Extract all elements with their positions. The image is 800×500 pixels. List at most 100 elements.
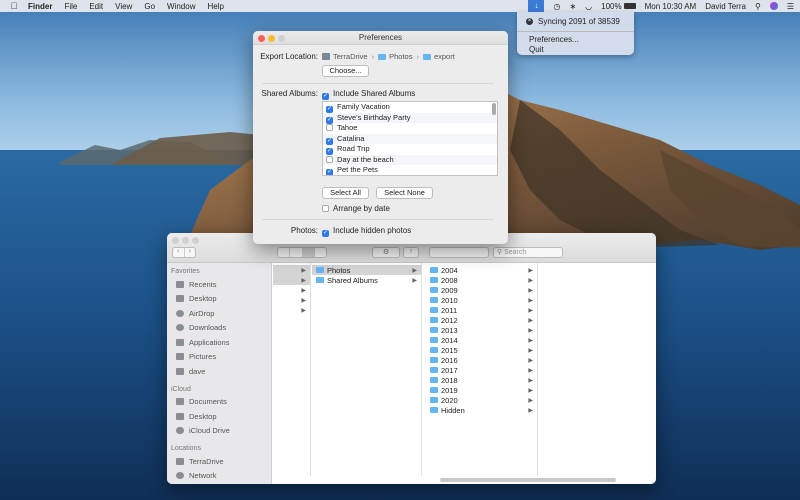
sidebar-item-documents[interactable]: Documents (167, 395, 271, 410)
sidebar-item-home[interactable]: dave (167, 364, 271, 379)
folder-name: Hidden (441, 405, 465, 415)
sidebar-item-desktop[interactable]: Desktop (167, 292, 271, 307)
folder-name: Photos (327, 265, 351, 275)
browser-column-2[interactable]: Photos ▶ Shared Albums ▶ (312, 263, 422, 476)
menu-view[interactable]: View (115, 2, 132, 11)
menu-item-preferences[interactable]: Preferences... (517, 35, 634, 45)
column-row[interactable]: 2011 ▶ (426, 305, 537, 315)
sidebar-item-airdrop[interactable]: AirDrop (167, 306, 271, 321)
folder-name: 2016 (441, 355, 458, 365)
column-row[interactable]: 2019 ▶ (426, 385, 537, 395)
folder-icon (430, 337, 438, 343)
close-window-button[interactable] (258, 35, 265, 42)
view-mode-buttons[interactable] (277, 247, 327, 258)
minimize-window-button[interactable] (182, 237, 189, 244)
column-row[interactable]: 2004 ▶ (426, 265, 537, 275)
column-row[interactable]: 2016 ▶ (426, 355, 537, 365)
user-name[interactable]: David Terra (705, 2, 746, 11)
menu-help[interactable]: Help (207, 2, 223, 11)
icon-view-icon[interactable] (278, 248, 289, 257)
sidebar-item-terradrive[interactable]: TerraDrive (167, 454, 271, 469)
close-window-button[interactable] (172, 237, 179, 244)
control-center-icon[interactable]: ☰ (787, 2, 794, 11)
wifi-icon[interactable]: ◡ (585, 2, 592, 11)
menu-window[interactable]: Window (167, 2, 195, 11)
sync-status-icon[interactable]: ↓ (528, 0, 545, 12)
chevron-right-icon: ▶ (412, 277, 417, 284)
window-title: Preferences (253, 31, 508, 45)
horizontal-scrollbar[interactable] (440, 478, 616, 482)
folder-icon (316, 267, 324, 273)
sidebar-item-pictures[interactable]: Pictures (167, 350, 271, 365)
sidebar-item-network[interactable]: Network (167, 469, 271, 484)
column-row[interactable]: 2017 ▶ (426, 365, 537, 375)
column-row[interactable]: ▶ (273, 275, 310, 285)
zoom-window-button[interactable] (278, 35, 285, 42)
column-row[interactable]: 2010 ▶ (426, 295, 537, 305)
sidebar-item-recents[interactable]: Recents (167, 277, 271, 292)
siri-icon[interactable] (769, 2, 778, 10)
zoom-window-button[interactable] (192, 237, 199, 244)
minimize-window-button[interactable] (268, 35, 275, 42)
list-view-icon[interactable] (289, 248, 301, 257)
menu-edit[interactable]: Edit (89, 2, 103, 11)
column-row[interactable]: 2012 ▶ (426, 315, 537, 325)
bluetooth-icon[interactable]: ∗ (569, 2, 576, 11)
column-row[interactable]: Photos ▶ (312, 265, 421, 275)
stop-sync-icon[interactable]: × (526, 17, 533, 25)
column-row[interactable]: ▶ (273, 285, 310, 295)
folder-name: 2014 (441, 335, 458, 345)
chevron-right-icon: ▶ (528, 377, 533, 384)
time-machine-icon[interactable]: ◷ (553, 2, 560, 11)
column-row[interactable]: 2015 ▶ (426, 345, 537, 355)
column-view-icon[interactable] (301, 248, 314, 257)
home-icon (176, 367, 184, 375)
forward-icon[interactable]: › (183, 248, 196, 257)
sidebar-item-label: Pictures (189, 352, 217, 362)
menu-app-name[interactable]: Finder (28, 2, 52, 11)
column-row[interactable]: 2009 ▶ (426, 285, 537, 295)
column-row[interactable]: ▶ (273, 305, 310, 315)
back-icon[interactable]: ‹ (173, 248, 184, 257)
menu-file[interactable]: File (64, 2, 77, 11)
sidebar-item-icloud-desktop[interactable]: Desktop (167, 409, 271, 424)
browser-column-3[interactable]: 2004 ▶ 2008 ▶ 2009 ▶ 2010 ▶ 2011 ▶ 2012 ▶ 2013… (426, 263, 538, 476)
column-row[interactable]: 2008 ▶ (426, 275, 537, 285)
folder-icon (430, 347, 438, 353)
desktop-icon (176, 295, 184, 303)
battery-icon[interactable] (623, 3, 636, 9)
gallery-view-icon[interactable] (313, 248, 326, 257)
column-row[interactable]: Shared Albums ▶ (312, 275, 421, 285)
battery-percent[interactable]: 100% (601, 2, 621, 11)
folder-icon (430, 307, 438, 313)
spotlight-icon[interactable]: ⚲ (755, 2, 761, 11)
sidebar-item-label: Recents (189, 279, 217, 289)
menu-item-quit[interactable]: Quit (517, 45, 634, 55)
apple-icon[interactable]:  (0, 1, 28, 11)
column-row[interactable]: ▶ (273, 265, 310, 275)
tag-menu[interactable] (429, 247, 489, 258)
action-menu[interactable]: ⚙ (372, 247, 400, 258)
menu-divider (517, 31, 634, 32)
browser-column-1[interactable]: ▶ ▶ ▶ ▶ ▶ (273, 263, 311, 476)
search-field[interactable]: ⚲ Search (493, 247, 563, 258)
folder-name: 2011 (441, 305, 458, 315)
clock[interactable]: Mon 10:30 AM (645, 2, 697, 11)
sidebar-item-icloud-drive[interactable]: iCloud Drive (167, 424, 271, 439)
chevron-right-icon: ▶ (301, 287, 306, 294)
sidebar-item-downloads[interactable]: Downloads (167, 321, 271, 336)
column-row[interactable]: 2013 ▶ (426, 325, 537, 335)
sidebar-section-locations: Locations (171, 445, 201, 452)
sidebar-item-applications[interactable]: Applications (167, 335, 271, 350)
menu-go[interactable]: Go (144, 2, 155, 11)
back-forward-buttons[interactable]: ‹ › (172, 247, 196, 258)
column-row[interactable]: 2014 ▶ (426, 335, 537, 345)
column-row[interactable]: ▶ (273, 295, 310, 305)
column-row[interactable]: Hidden ▶ (426, 405, 537, 415)
share-button[interactable]: ↑ (403, 247, 419, 258)
column-row[interactable]: 2018 ▶ (426, 375, 537, 385)
airdrop-icon (176, 309, 184, 317)
folder-name: 2015 (441, 345, 458, 355)
browser-column-4[interactable] (542, 263, 656, 476)
column-row[interactable]: 2020 ▶ (426, 395, 537, 405)
